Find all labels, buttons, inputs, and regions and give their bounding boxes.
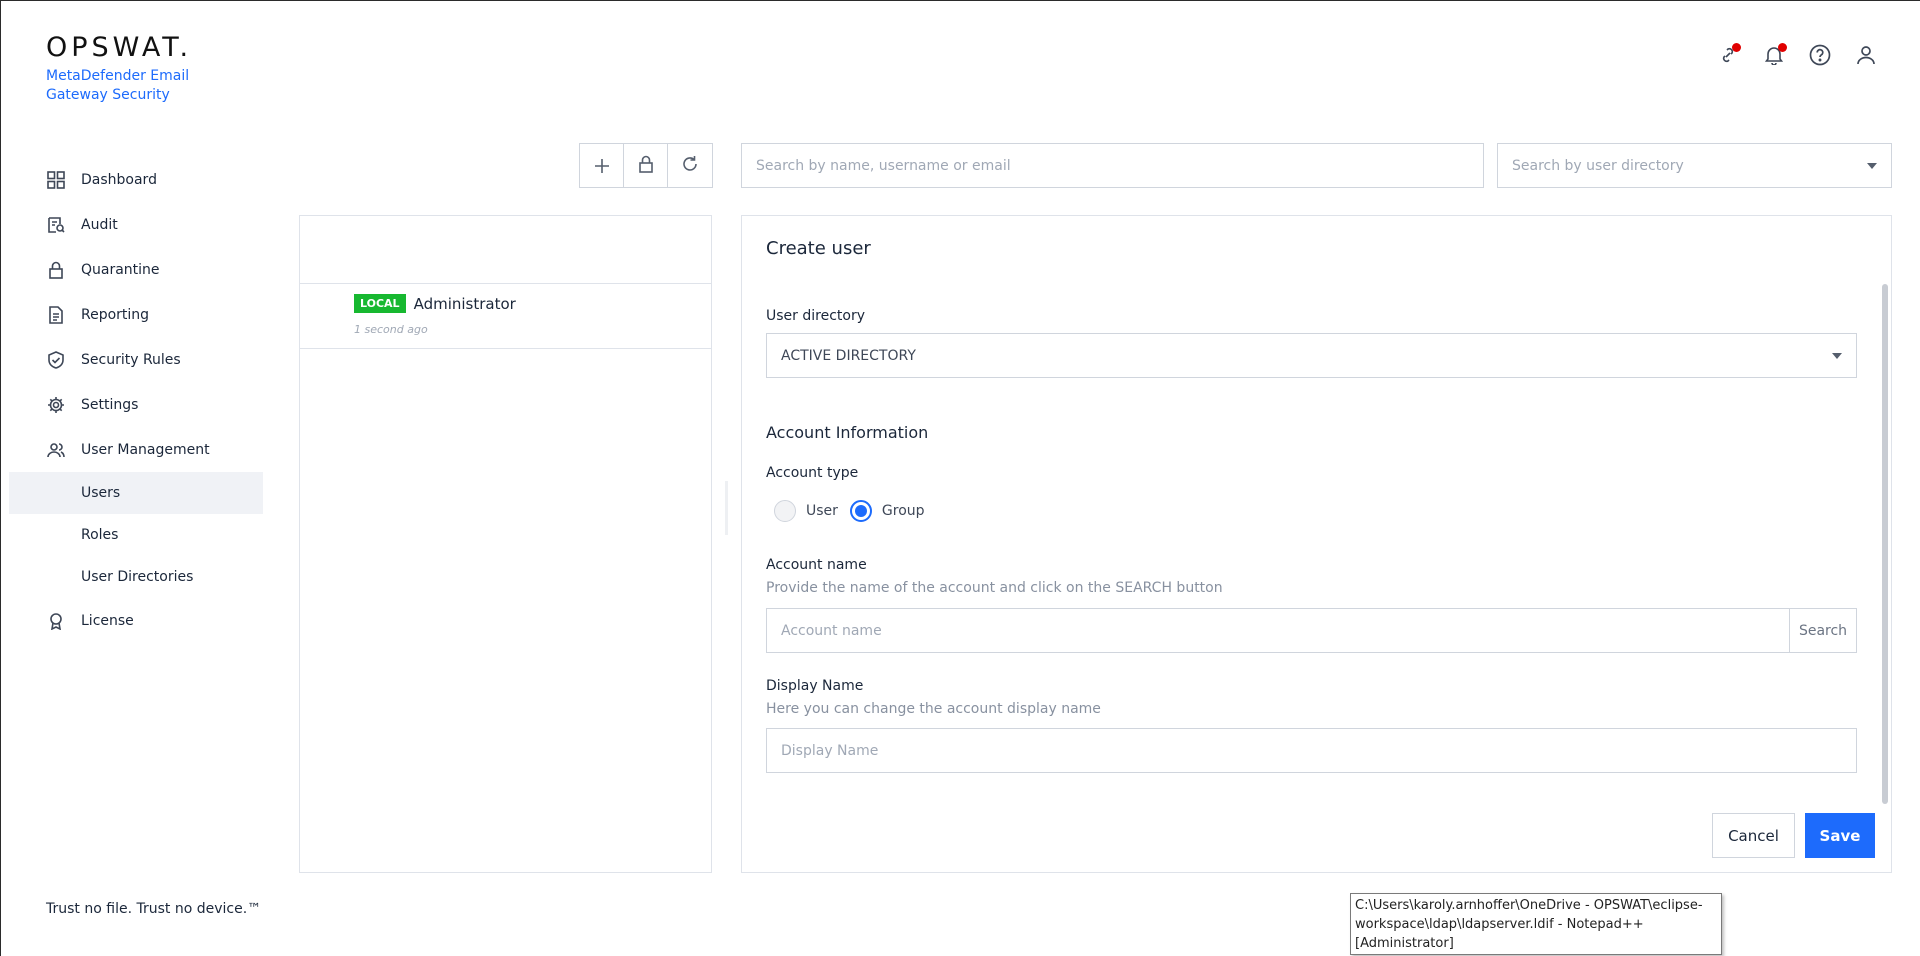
notification-dot [1778, 43, 1787, 52]
account-type-group-label: Group [881, 503, 925, 519]
user-list-header [300, 216, 711, 284]
account-type-user-label: User [806, 503, 838, 519]
sidebar-subitem-user-directories[interactable]: User Directories [1, 556, 271, 598]
logo-wordmark: OPSWAT. [46, 32, 193, 63]
user-name: Administrator [413, 294, 516, 313]
user-directory-select[interactable]: ACTIVE DIRECTORY [766, 333, 1857, 378]
create-user-panel: Create user User directory ACTIVE DIRECT… [741, 215, 1892, 873]
award-icon [46, 611, 66, 631]
sidebar-item-quarantine[interactable]: Quarantine [1, 247, 271, 292]
sidebar-item-label: Quarantine [81, 261, 160, 278]
account-name-hint: Provide the name of the account and clic… [766, 580, 1223, 596]
lock-icon [46, 260, 66, 280]
refresh-button[interactable] [668, 144, 712, 187]
sidebar-item-label: License [81, 612, 134, 629]
account-name-input[interactable] [766, 608, 1790, 653]
sidebar-item-label: Security Rules [81, 351, 181, 368]
sidebar: OPSWAT. MetaDefender Email Gateway Secur… [1, 1, 271, 956]
sidebar-item-security-rules[interactable]: Security Rules [1, 337, 271, 382]
sidebar-item-license[interactable]: License [1, 598, 271, 643]
user-directory-filter-placeholder: Search by user directory [1512, 157, 1684, 174]
user-directory-label: User directory [766, 308, 865, 324]
lock-button[interactable] [624, 144, 668, 187]
sidebar-item-label: Dashboard [81, 171, 157, 188]
save-button[interactable]: Save [1805, 813, 1875, 858]
sidebar-item-settings[interactable]: Settings [1, 382, 271, 427]
audit-icon [46, 215, 66, 235]
sidebar-item-reporting[interactable]: Reporting [1, 292, 271, 337]
list-item[interactable]: LOCAL Administrator 1 second ago [300, 284, 711, 349]
form-scrollbar[interactable] [1882, 284, 1888, 804]
search-input[interactable] [741, 143, 1484, 188]
document-icon [46, 305, 66, 325]
logo[interactable]: OPSWAT. MetaDefender Email Gateway Secur… [46, 33, 206, 105]
chevron-down-icon [1867, 162, 1877, 169]
display-name-input[interactable] [766, 728, 1857, 773]
search-button[interactable]: Search [1789, 608, 1857, 653]
user-directory-value: ACTIVE DIRECTORY [781, 347, 916, 364]
notification-dot [1732, 43, 1741, 52]
cancel-button[interactable]: Cancel [1712, 813, 1795, 858]
taskbar-tooltip: C:\Users\karoly.arnhoffer\OneDrive - OPS… [1350, 893, 1722, 955]
sidebar-item-label: User Management [81, 441, 210, 458]
grid-icon [46, 170, 66, 190]
sidebar-nav: Dashboard Audit Quarantine Reporting Sec… [1, 157, 271, 643]
account-type-radio-group: User Group [774, 500, 937, 522]
shield-check-icon [46, 350, 66, 370]
sidebar-item-audit[interactable]: Audit [1, 202, 271, 247]
sidebar-item-label: Audit [81, 216, 118, 233]
users-icon [46, 440, 66, 460]
user-toolbar [579, 143, 713, 188]
account-type-user-radio[interactable] [774, 500, 796, 522]
header-actions [1714, 41, 1880, 69]
lock-icon [638, 155, 654, 177]
panel-title: Create user [766, 238, 871, 259]
sidebar-subitem-roles[interactable]: Roles [1, 514, 271, 556]
refresh-icon [681, 155, 699, 177]
display-name-label: Display Name [766, 678, 864, 694]
account-info-heading: Account Information [766, 423, 929, 442]
panel-resize-handle[interactable] [725, 481, 728, 535]
product-name: MetaDefender Email Gateway Security [46, 68, 190, 103]
account-name-label: Account name [766, 557, 867, 573]
user-list: LOCAL Administrator 1 second ago [299, 215, 712, 873]
add-user-button[interactable] [580, 144, 624, 187]
user-directory-filter[interactable]: Search by user directory [1497, 143, 1892, 188]
user-timestamp: 1 second ago [354, 323, 428, 336]
display-name-hint: Here you can change the account display … [766, 701, 1101, 717]
local-badge: LOCAL [354, 294, 406, 313]
sidebar-item-label: Reporting [81, 306, 150, 323]
user-icon[interactable] [1852, 41, 1880, 69]
sidebar-item-label: Settings [81, 396, 139, 413]
chevron-down-icon [1832, 352, 1842, 359]
bell-icon[interactable] [1760, 41, 1788, 69]
link-icon[interactable] [1714, 41, 1742, 69]
account-type-label: Account type [766, 465, 859, 481]
help-icon[interactable] [1806, 41, 1834, 69]
sidebar-subitem-users[interactable]: Users [9, 472, 263, 514]
account-type-group-radio[interactable] [849, 500, 872, 522]
gear-icon [46, 395, 66, 415]
sidebar-item-user-management[interactable]: User Management [1, 427, 271, 472]
tagline: Trust no file. Trust no device.™ [46, 901, 262, 917]
sidebar-item-dashboard[interactable]: Dashboard [1, 157, 271, 202]
